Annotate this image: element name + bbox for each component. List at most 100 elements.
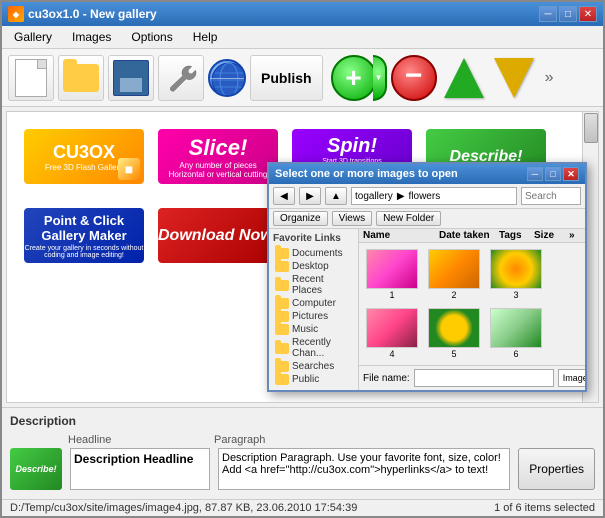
dialog-sidebar-title: Favorite Links	[273, 233, 354, 244]
globe-icon	[208, 59, 246, 97]
file-thumbnail-3	[490, 249, 542, 289]
sidebar-item-searches[interactable]: Searches	[273, 360, 354, 373]
sidebar-label-pictures: Pictures	[292, 311, 328, 322]
status-file-path: D:/Temp/cu3ox/site/images/image4.jpg, 87…	[10, 502, 357, 514]
sidebar-item-public[interactable]: Public	[273, 373, 354, 386]
filename-label: File name:	[363, 373, 410, 384]
sidebar-label-recent-chan: Recently Chan...	[292, 337, 352, 359]
save-icon	[113, 60, 149, 96]
menu-bar: Gallery Images Options Help	[2, 26, 603, 49]
col-more-button[interactable]: »	[569, 230, 581, 241]
dialog-forward-button[interactable]: ▶	[299, 187, 321, 205]
file-label-5: 5	[451, 349, 456, 359]
sidebar-label-computer: Computer	[292, 298, 336, 309]
dialog-minimize[interactable]: ─	[527, 167, 543, 181]
path-part-1: togallery	[355, 191, 393, 202]
menu-options[interactable]: Options	[123, 28, 180, 46]
dialog-title-controls: ─ □ ✕	[527, 167, 579, 181]
settings-button[interactable]	[158, 55, 204, 101]
file-thumbnail-4	[366, 308, 418, 348]
close-button[interactable]: ✕	[579, 6, 597, 22]
gallery-item[interactable]: Point & Click Gallery Maker Create your …	[22, 206, 146, 265]
gallery-item[interactable]: CU3OX Free 3D Flash Gallery ■	[22, 127, 146, 186]
properties-button[interactable]: Properties	[518, 448, 595, 490]
filename-input[interactable]	[414, 369, 554, 387]
scroll-thumb[interactable]	[584, 113, 598, 143]
description-title: Description	[10, 414, 595, 428]
gallery-item[interactable]: Download Now!	[156, 206, 280, 265]
dialog-file-2[interactable]: 2	[425, 247, 483, 302]
move-down-button[interactable]	[491, 55, 537, 101]
toolbar: Publish + ▼ − »	[2, 49, 603, 107]
dialog-views-button[interactable]: Views	[332, 211, 373, 226]
dialog-file-1[interactable]: 1	[363, 247, 421, 302]
status-bar: D:/Temp/cu3ox/site/images/image4.jpg, 87…	[2, 499, 603, 516]
menu-help[interactable]: Help	[185, 28, 226, 46]
up-arrow-icon	[444, 58, 484, 98]
filetype-select[interactable]: Images (*.bmp *.dib *.fe *.jpg ...	[558, 369, 585, 387]
paragraph-input[interactable]: Description Paragraph. Use your favorite…	[218, 448, 510, 490]
sidebar-item-music[interactable]: Music	[273, 323, 354, 336]
dialog-file-3[interactable]: 3	[487, 247, 545, 302]
banner-slice: Slice! Any number of piecesHorizontal or…	[158, 129, 278, 184]
dialog-search-input[interactable]	[521, 187, 581, 205]
sidebar-item-recent-chan[interactable]: Recently Chan...	[273, 336, 354, 360]
banner-spin-title: Spin!	[327, 135, 377, 158]
sidebar-label-documents: Documents	[292, 248, 343, 259]
move-up-button[interactable]	[441, 55, 487, 101]
dialog-up-button[interactable]: ▲	[325, 187, 347, 205]
dialog-organize-button[interactable]: Organize	[273, 211, 328, 226]
folder-icon	[275, 261, 289, 272]
menu-images[interactable]: Images	[64, 28, 119, 46]
dialog-actions: Organize Views New Folder	[269, 209, 585, 229]
save-button[interactable]	[108, 55, 154, 101]
open-folder-button[interactable]	[58, 55, 104, 101]
new-file-icon	[15, 59, 47, 97]
headline-input[interactable]: Description Headline	[70, 448, 210, 490]
sidebar-item-desktop[interactable]: Desktop	[273, 260, 354, 273]
file-thumbnail-1	[366, 249, 418, 289]
add-button[interactable]: +	[331, 55, 377, 101]
window-title: cu3ox1.0 - New gallery	[28, 7, 157, 21]
remove-button[interactable]: −	[391, 55, 437, 101]
dialog-back-button[interactable]: ◀	[273, 187, 295, 205]
banner-point-sub: Create your gallery in seconds withoutco…	[25, 245, 144, 259]
sidebar-label-desktop: Desktop	[292, 261, 329, 272]
down-arrow-icon	[494, 58, 534, 98]
sidebar-item-pictures[interactable]: Pictures	[273, 310, 354, 323]
dialog-sidebar: Favorite Links Documents Desktop Recent …	[269, 229, 359, 390]
main-window: ◆ cu3ox1.0 - New gallery ─ □ ✕ Gallery I…	[0, 0, 605, 518]
dialog-file-4[interactable]: 4	[363, 306, 421, 361]
dialog-path[interactable]: togallery ▶ flowers	[351, 187, 517, 205]
sidebar-item-recent[interactable]: Recent Places	[273, 273, 354, 297]
file-label-3: 3	[513, 290, 518, 300]
gallery-item[interactable]: Slice! Any number of piecesHorizontal or…	[156, 127, 280, 186]
file-label-1: 1	[389, 290, 394, 300]
sidebar-label-public: Public	[292, 374, 319, 385]
dialog-file-6[interactable]: 6	[487, 306, 545, 361]
publish-button[interactable]: Publish	[250, 55, 323, 101]
minimize-button[interactable]: ─	[539, 6, 557, 22]
sidebar-item-computer[interactable]: Computer	[273, 297, 354, 310]
dialog-file-5[interactable]: 5	[425, 306, 483, 361]
path-separator: ▶	[397, 191, 405, 202]
description-thumbnail: Describe!	[10, 448, 62, 490]
publish-label: Publish	[261, 70, 312, 86]
dialog-maximize[interactable]: □	[545, 167, 561, 181]
sidebar-label-music: Music	[292, 324, 318, 335]
dialog-close[interactable]: ✕	[563, 167, 579, 181]
wrench-icon	[165, 62, 197, 94]
dialog-new-folder-button[interactable]: New Folder	[376, 211, 441, 226]
file-thumbnail-6	[490, 308, 542, 348]
paragraph-label: Paragraph	[214, 434, 265, 446]
add-dropdown-button[interactable]: ▼	[373, 55, 387, 101]
status-selection: 1 of 6 items selected	[494, 502, 595, 514]
maximize-button[interactable]: □	[559, 6, 577, 22]
more-button[interactable]: »	[541, 69, 558, 87]
description-row: Describe! Description Headline Descripti…	[10, 448, 595, 493]
new-file-button[interactable]	[8, 55, 54, 101]
menu-gallery[interactable]: Gallery	[6, 28, 60, 46]
banner-slice-title: Slice!	[189, 135, 248, 161]
sidebar-item-documents[interactable]: Documents	[273, 247, 354, 260]
description-labels-row: Headline Paragraph	[10, 432, 595, 446]
